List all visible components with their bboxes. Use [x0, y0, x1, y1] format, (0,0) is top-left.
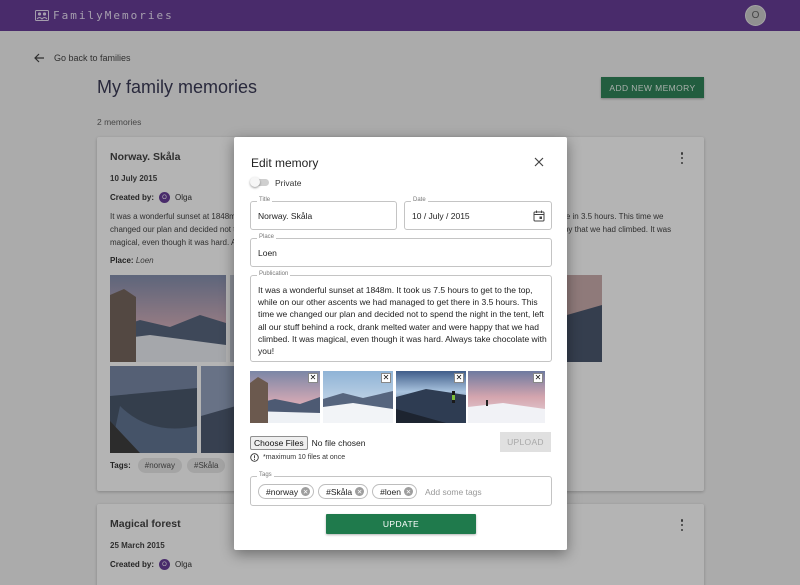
tag-chip-label: #loen: [380, 486, 401, 497]
tag-chip-label: #Skåla: [326, 486, 353, 497]
info-icon: [250, 453, 259, 462]
tags-field-label: Tags: [257, 472, 274, 478]
dialog-title: Edit memory: [251, 156, 319, 170]
remove-photo-icon[interactable]: ✕: [308, 373, 318, 383]
publication-text: It was a wonderful sunset at 1848m. It t…: [258, 285, 547, 357]
photo-thumbnail[interactable]: ✕: [323, 371, 393, 423]
no-file-text: No file chosen: [311, 438, 366, 448]
remove-tag-icon[interactable]: ✕: [355, 487, 365, 496]
remove-tag-icon[interactable]: ✕: [301, 487, 311, 496]
tags-field[interactable]: Tags #norway ✕ #Skåla ✕ #loen ✕: [250, 472, 552, 506]
file-picker: Choose Files No file chosen: [250, 436, 365, 450]
private-toggle[interactable]: [250, 177, 269, 187]
photo-thumbnail[interactable]: ✕: [468, 371, 545, 423]
date-field-value: 10 / July / 2015: [412, 211, 470, 221]
choose-files-button[interactable]: Choose Files: [250, 436, 308, 450]
publication-field[interactable]: Publication It was a wonderful sunset at…: [250, 271, 552, 362]
tag-chip[interactable]: #Skåla ✕: [318, 484, 369, 499]
remove-tag-icon[interactable]: ✕: [403, 487, 413, 496]
photo-thumbnail[interactable]: ✕: [396, 371, 466, 423]
publication-field-label: Publication: [257, 271, 291, 277]
edit-memory-dialog: Edit memory Private Title Norway. Skåla …: [234, 137, 567, 550]
tag-chip-label: #norway: [266, 486, 299, 497]
title-field-label: Title: [257, 197, 273, 203]
title-field[interactable]: Title Norway. Skåla: [250, 197, 397, 230]
date-field[interactable]: Date 10 / July / 2015: [404, 197, 552, 230]
calendar-icon[interactable]: [533, 210, 545, 222]
photo-thumbnail[interactable]: ✕: [250, 371, 320, 423]
max-files-text: *maximum 10 files at once: [263, 454, 346, 461]
remove-photo-icon[interactable]: ✕: [381, 373, 391, 383]
tag-chip[interactable]: #norway ✕: [258, 484, 315, 499]
remove-photo-icon[interactable]: ✕: [533, 373, 543, 383]
place-field-value: Loen: [258, 248, 277, 258]
upload-button[interactable]: UPLOAD: [500, 432, 551, 452]
title-field-value: Norway. Skåla: [258, 211, 313, 221]
place-field-label: Place: [257, 234, 277, 240]
max-files-note: *maximum 10 files at once: [250, 453, 345, 462]
remove-photo-icon[interactable]: ✕: [454, 373, 464, 383]
date-field-label: Date: [411, 197, 428, 203]
tags-input[interactable]: [424, 486, 505, 497]
update-button[interactable]: UPDATE: [326, 514, 476, 534]
private-label: Private: [275, 178, 302, 188]
close-icon[interactable]: [534, 157, 544, 167]
tag-chip[interactable]: #loen ✕: [372, 484, 417, 499]
place-field[interactable]: Place Loen: [250, 234, 552, 267]
